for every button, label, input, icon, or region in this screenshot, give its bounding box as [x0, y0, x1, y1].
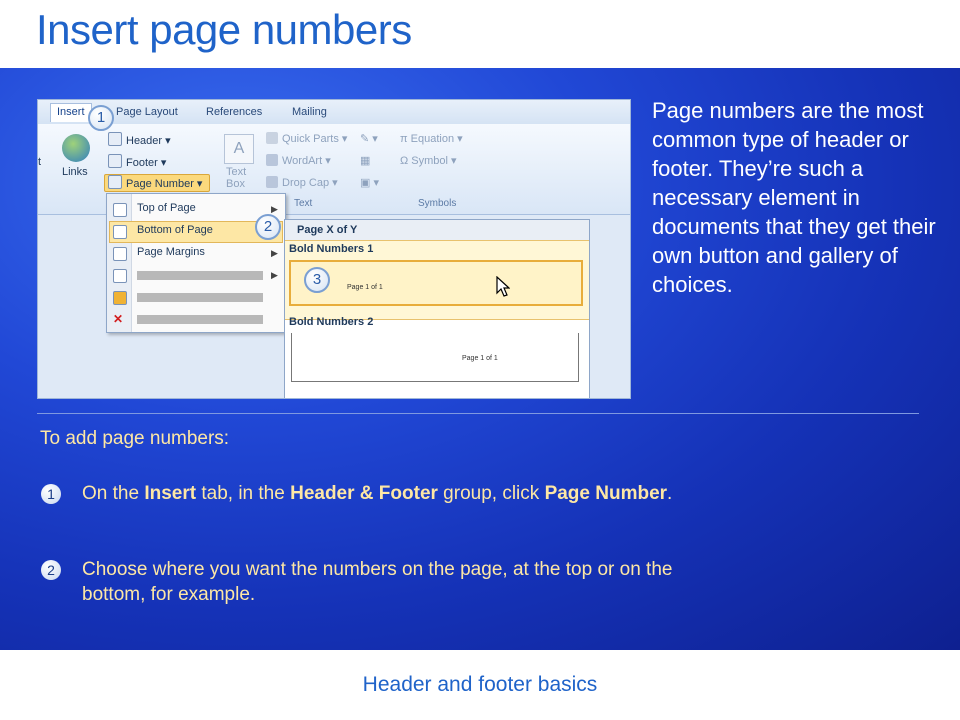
- step-number-1: 1: [41, 484, 61, 504]
- step-1-text: On the Insert tab, in the Header & Foote…: [82, 481, 692, 506]
- wordart-label: WordArt: [282, 155, 323, 167]
- page-number-label: Page Number: [126, 178, 194, 190]
- remove-page-numbers-icon: ✕: [113, 312, 124, 326]
- gallery-section-bold-numbers-2: Bold Numbers 2: [289, 316, 374, 328]
- links-button[interactable]: Links: [62, 166, 88, 178]
- symbols-group-label: Symbols: [418, 198, 457, 209]
- signature-line-icon[interactable]: ✎ ▾: [360, 132, 378, 145]
- gallery-header: Page X of Y: [285, 220, 589, 240]
- step-1-part: tab, in the: [196, 483, 291, 504]
- text-group-label: Text: [294, 198, 313, 209]
- quick-parts-button[interactable]: Quick Parts ▾: [266, 132, 347, 145]
- wordart-button[interactable]: WordArt ▾: [266, 154, 331, 167]
- header-button[interactable]: Header ▾: [108, 132, 171, 147]
- quick-parts-icon: [266, 132, 278, 144]
- tab-mailings[interactable]: Mailing: [292, 106, 327, 118]
- equation-label: Equation: [410, 133, 455, 145]
- object-icon[interactable]: ▣ ▾: [360, 176, 379, 189]
- quick-parts-label: Quick Parts: [282, 133, 339, 145]
- description-text: Page numbers are the most common type of…: [652, 98, 936, 297]
- menu-item-placeholder[interactable]: [137, 271, 263, 280]
- symbol-button[interactable]: Ω Symbol ▾: [400, 154, 457, 167]
- text-box-button[interactable]: Text Box: [226, 166, 258, 190]
- footer-text: Header and footer basics: [362, 673, 598, 696]
- step-2-text: Choose where you want the numbers on the…: [82, 559, 673, 605]
- step-1-part: group, click: [437, 483, 545, 504]
- step-1-bold-insert: Insert: [144, 483, 197, 504]
- page-number-gallery: Page X of Y Bold Numbers 1 Page 1 of 1 B…: [284, 219, 590, 398]
- page-margins-icon: [113, 247, 127, 261]
- slide-title: Insert page numbers: [36, 6, 412, 53]
- page-number-menu: Top of Page ▶ Bottom of Page ▶ Page Marg…: [106, 193, 286, 333]
- equation-button[interactable]: π Equation ▾: [400, 132, 463, 145]
- pi-icon: π: [400, 133, 408, 145]
- text-box-icon: A: [224, 134, 254, 164]
- date-time-icon[interactable]: ▦: [360, 154, 370, 167]
- gallery-option-bold-numbers-1[interactable]: Page 1 of 1: [289, 260, 583, 306]
- gallery-preview-text: Page 1 of 1: [462, 355, 498, 362]
- drop-cap-button[interactable]: Drop Cap ▾: [266, 176, 338, 189]
- gallery-option-bold-numbers-2[interactable]: Page 1 of 1: [291, 333, 579, 382]
- mouse-pointer-icon: [496, 276, 510, 297]
- step-1-bold-header-footer: Header & Footer: [290, 483, 438, 504]
- submenu-arrow-icon: ▶: [271, 204, 278, 214]
- ribbon-fragment: t: [38, 156, 42, 168]
- bottom-of-page-icon: [113, 225, 127, 239]
- page-number-button[interactable]: Page Number ▾: [104, 174, 210, 192]
- ribbon-tab-bar: Insert Page Layout References Mailing: [38, 100, 630, 124]
- steps-intro: To add page numbers:: [40, 428, 230, 449]
- menu-item-bottom-of-page[interactable]: Bottom of Page: [137, 224, 213, 236]
- top-of-page-icon: [113, 203, 127, 217]
- submenu-arrow-icon: ▶: [271, 270, 278, 280]
- format-page-numbers-icon: [113, 291, 127, 305]
- omega-icon: Ω: [400, 155, 409, 167]
- menu-item-page-margins[interactable]: Page Margins: [137, 246, 205, 258]
- slide: Insert page numbers Insert Page Layout R…: [0, 0, 960, 720]
- footer-icon: [108, 154, 122, 168]
- step-number-2: 2: [41, 560, 61, 580]
- gallery-header-label: Page X of Y: [297, 224, 358, 236]
- links-globe-icon: [62, 134, 90, 162]
- step-1-part: .: [667, 483, 673, 504]
- current-position-icon: [113, 269, 127, 283]
- tab-page-layout[interactable]: Page Layout: [116, 106, 178, 118]
- page-number-icon: [108, 175, 122, 189]
- symbol-label: Symbol: [411, 155, 448, 167]
- drop-cap-label: Drop Cap: [282, 177, 330, 189]
- gallery-preview-text: Page 1 of 1: [347, 284, 383, 291]
- footer-button[interactable]: Footer ▾: [108, 154, 166, 169]
- footer-label: Footer: [126, 157, 158, 169]
- step-1-bold-page-number: Page Number: [544, 483, 668, 504]
- tab-insert[interactable]: Insert: [50, 103, 92, 122]
- divider: [37, 413, 919, 414]
- header-label: Header: [126, 135, 163, 147]
- drop-cap-icon: [266, 176, 278, 188]
- step-1-part: On the: [82, 483, 145, 504]
- callout-3: 3: [304, 267, 330, 293]
- submenu-arrow-icon: ▶: [271, 248, 278, 258]
- wordart-icon: [266, 154, 278, 166]
- menu-item-top-of-page[interactable]: Top of Page: [137, 202, 196, 214]
- callout-2: 2: [255, 214, 281, 240]
- menu-item-placeholder[interactable]: [137, 293, 263, 302]
- gallery-section-bold-numbers-1: Bold Numbers 1: [289, 243, 374, 255]
- menu-item-placeholder[interactable]: [137, 315, 263, 324]
- tab-references[interactable]: References: [206, 106, 262, 118]
- header-icon: [108, 132, 122, 146]
- callout-1: 1: [88, 105, 114, 131]
- ribbon-screenshot: Insert Page Layout References Mailing t …: [37, 99, 631, 399]
